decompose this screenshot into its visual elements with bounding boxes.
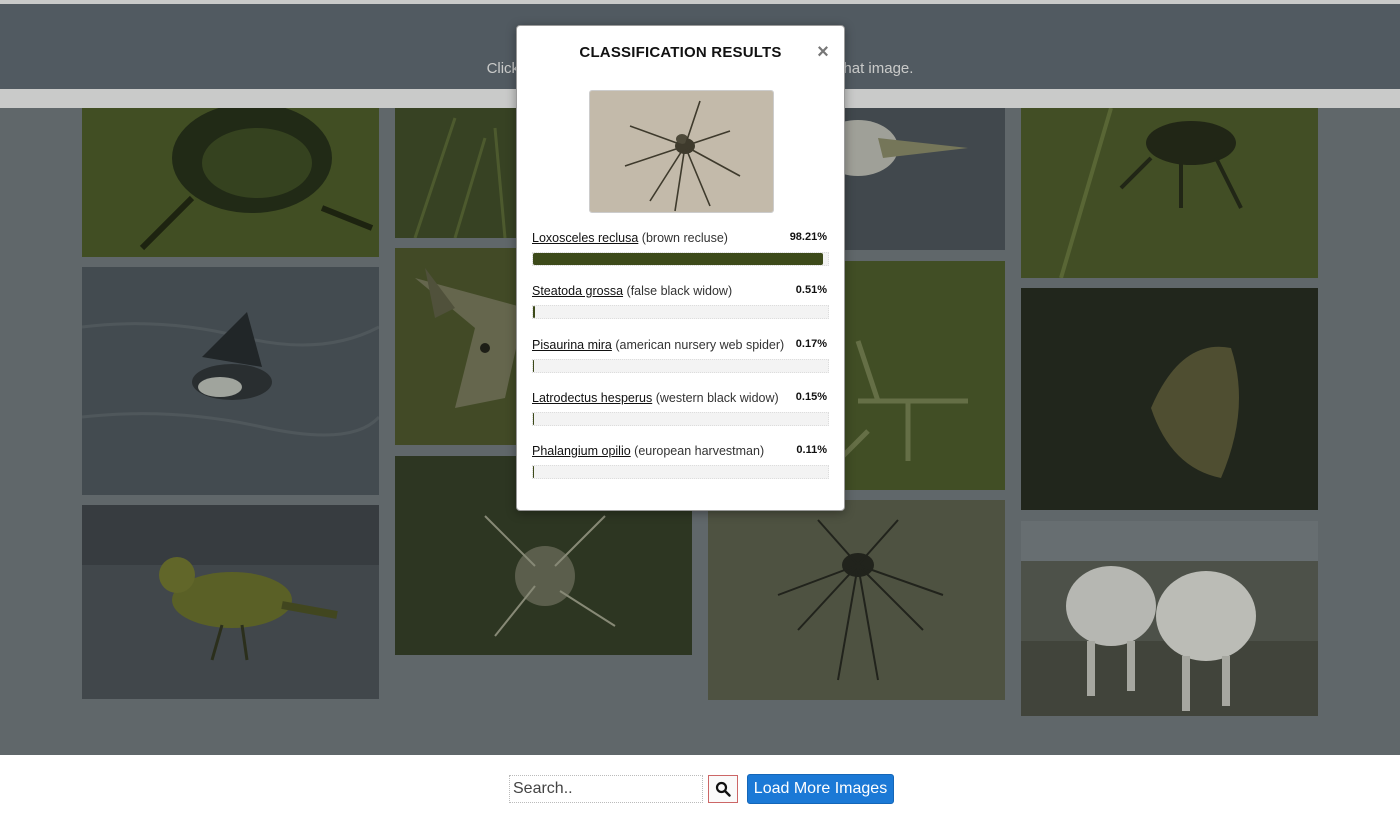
result-scientific-name[interactable]: Pisaurina mira [532, 338, 612, 352]
result-bar-fill [533, 360, 535, 372]
result-bar-track [532, 359, 829, 373]
load-more-button[interactable]: Load More Images [747, 774, 894, 804]
result-common-name: (false black widow) [626, 284, 733, 298]
result-bar-fill [533, 413, 535, 425]
result-percent: 98.21% [789, 231, 827, 243]
result-scientific-name[interactable]: Steatoda grossa [532, 284, 623, 298]
result-bar-track [532, 252, 829, 266]
result-common-name: (american nursery web spider) [615, 338, 785, 352]
close-button[interactable]: × [815, 41, 831, 63]
search-button[interactable] [708, 775, 738, 803]
result-item: Phalangium opilio (european harvestman) … [532, 444, 829, 479]
result-item: Steatoda grossa (false black widow) 0.51… [532, 284, 829, 319]
result-item: Latrodectus hesperus (western black wido… [532, 391, 829, 426]
result-bar-fill [533, 306, 535, 318]
result-bar-track [532, 412, 829, 426]
result-common-name: (european harvestman) [634, 444, 765, 458]
result-bar-track [532, 465, 829, 479]
classified-image [589, 90, 774, 213]
result-scientific-name[interactable]: Latrodectus hesperus [532, 391, 652, 405]
search-icon [715, 781, 731, 797]
result-scientific-name[interactable]: Phalangium opilio [532, 444, 631, 458]
modal-title: CLASSIFICATION RESULTS [579, 44, 782, 61]
result-bar-fill [533, 466, 535, 478]
result-percent: 0.17% [795, 338, 827, 350]
result-item: Loxosceles reclusa (brown recluse) 98.21… [532, 231, 829, 266]
result-percent: 0.11% [796, 444, 827, 456]
classification-modal: CLASSIFICATION RESULTS × Loxosceles recl… [516, 25, 845, 511]
result-percent: 0.51% [795, 284, 827, 296]
result-percent: 0.15% [795, 391, 827, 403]
search-input[interactable] [509, 775, 703, 803]
result-scientific-name[interactable]: Loxosceles reclusa [532, 231, 638, 245]
result-common-name: (western black widow) [655, 391, 779, 405]
result-common-name: (brown recluse) [641, 231, 728, 245]
result-bar-fill [533, 253, 823, 265]
result-item: Pisaurina mira (american nursery web spi… [532, 338, 829, 373]
result-bar-track [532, 305, 829, 319]
